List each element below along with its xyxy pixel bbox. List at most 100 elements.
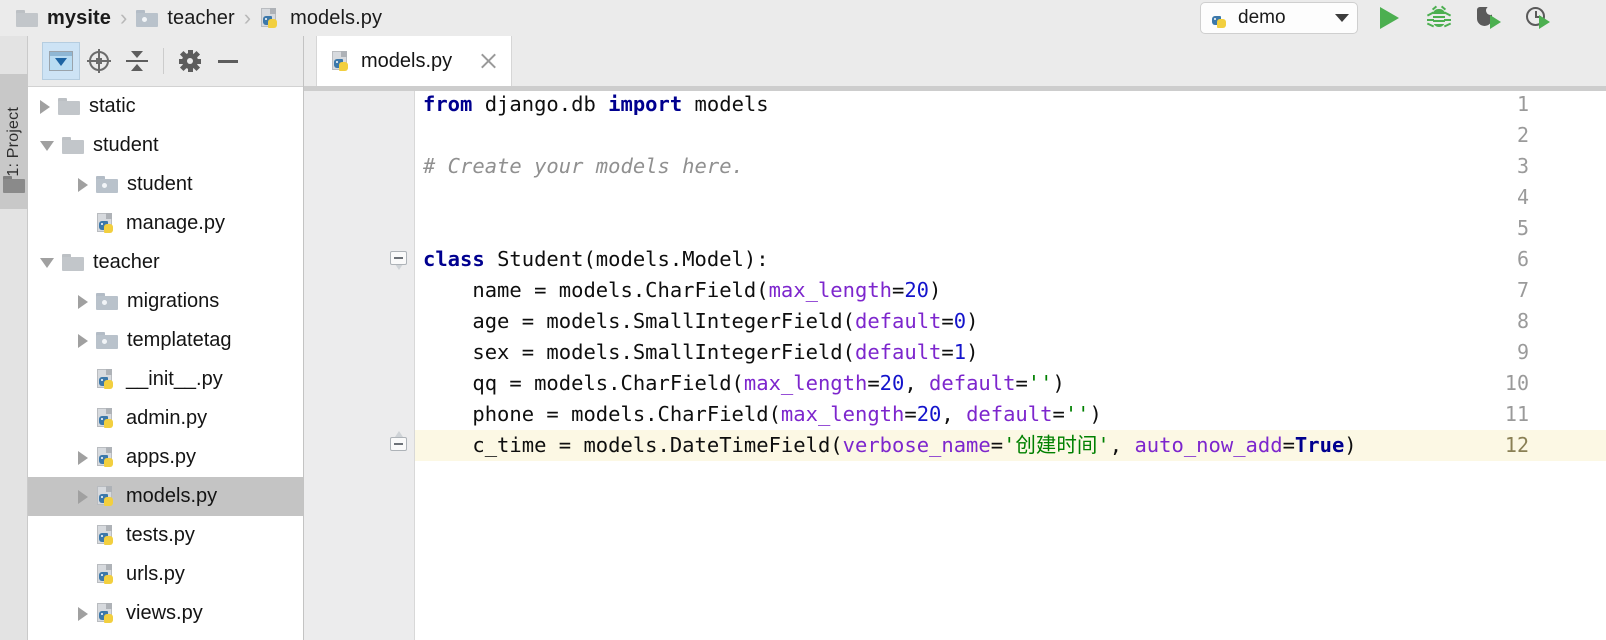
python-file-icon bbox=[96, 369, 117, 390]
code-token: = bbox=[904, 402, 917, 426]
folder-icon bbox=[16, 9, 38, 27]
code-content[interactable]: from django.db import models # Create you… bbox=[415, 87, 1606, 640]
chevron-right-icon[interactable] bbox=[78, 333, 88, 348]
tree-item-models-py[interactable]: models.py bbox=[28, 477, 303, 516]
breadcrumb-item-mysite[interactable]: mysite bbox=[10, 7, 117, 30]
run-icon bbox=[1379, 7, 1399, 29]
chevron-right-icon[interactable] bbox=[78, 606, 88, 621]
settings-button[interactable] bbox=[171, 42, 209, 80]
tree-item-urls-py[interactable]: urls.py bbox=[28, 555, 303, 594]
code-token: max_length bbox=[780, 402, 905, 426]
breadcrumb-separator: › bbox=[243, 5, 252, 30]
code-token: default bbox=[854, 340, 942, 364]
tree-item-icon bbox=[96, 447, 117, 468]
minus-icon bbox=[218, 59, 238, 63]
navigation-bar: mysite › teacher › models.py demo bbox=[0, 0, 1606, 36]
breadcrumb-label: mysite bbox=[47, 6, 111, 29]
code-token: = bbox=[1282, 433, 1295, 457]
tree-item-migrations[interactable]: migrations bbox=[28, 282, 303, 321]
breadcrumb-label: teacher bbox=[167, 6, 235, 29]
debug-button[interactable] bbox=[1422, 2, 1456, 34]
editor-area: models.py 1 2 3 4 5 6 7 8 9 10 11 12 from django.db… bbox=[304, 36, 1606, 640]
run-button[interactable] bbox=[1372, 2, 1406, 34]
tree-item-templatetag[interactable]: templatetag bbox=[28, 321, 303, 360]
tree-item-apps-py[interactable]: apps.py bbox=[28, 438, 303, 477]
tree-item-student[interactable]: student bbox=[28, 165, 303, 204]
tree-item-tests-py[interactable]: tests.py bbox=[28, 516, 303, 555]
tree-item-manage-py[interactable]: manage.py bbox=[28, 204, 303, 243]
tree-item-icon bbox=[58, 98, 80, 115]
chevron-down-icon[interactable] bbox=[40, 140, 54, 151]
hide-panel-button[interactable] bbox=[209, 42, 247, 80]
chevron-right-icon[interactable] bbox=[40, 99, 50, 114]
run-configuration-selector[interactable]: demo bbox=[1200, 2, 1358, 34]
code-token: = bbox=[867, 371, 880, 395]
breadcrumb-item-models-py[interactable]: models.py bbox=[254, 7, 388, 30]
profile-button[interactable] bbox=[1522, 2, 1556, 34]
run-configuration-name: demo bbox=[1238, 7, 1286, 28]
select-opened-file-button[interactable] bbox=[80, 42, 118, 80]
code-editor[interactable]: 1 2 3 4 5 6 7 8 9 10 11 12 from django.db import mo… bbox=[304, 87, 1606, 640]
fold-start-icon[interactable] bbox=[390, 251, 408, 270]
tree-item-__init__-py[interactable]: __init__.py bbox=[28, 360, 303, 399]
collapse-all-button[interactable] bbox=[118, 42, 156, 80]
tree-item-admin-py[interactable]: admin.py bbox=[28, 399, 303, 438]
code-token: 20 bbox=[904, 278, 930, 302]
code-token: verbose_name bbox=[842, 433, 991, 457]
chevron-down-icon[interactable] bbox=[40, 257, 54, 268]
code-token: 1 bbox=[953, 340, 967, 364]
tree-item-icon bbox=[62, 254, 84, 271]
python-file-icon bbox=[331, 51, 352, 72]
expand-all-icon bbox=[49, 51, 73, 71]
profile-icon bbox=[1526, 6, 1552, 30]
tree-item-static[interactable]: static bbox=[28, 87, 303, 126]
chevron-right-icon[interactable] bbox=[78, 294, 88, 309]
run-with-coverage-button[interactable] bbox=[1472, 2, 1506, 34]
chevron-right-icon[interactable] bbox=[78, 177, 88, 192]
scrollbar-thumb[interactable] bbox=[304, 86, 1606, 91]
chevron-down-icon[interactable] bbox=[1335, 14, 1349, 22]
breadcrumb-item-teacher[interactable]: teacher bbox=[130, 7, 240, 30]
code-token: , bbox=[941, 402, 967, 426]
fold-end-icon[interactable] bbox=[390, 431, 408, 455]
code-line-10: qq = models.CharField(max_length=20, def… bbox=[423, 368, 1064, 399]
tree-item-views-py[interactable]: views.py bbox=[28, 594, 303, 633]
python-file-icon bbox=[96, 525, 117, 546]
code-token: class bbox=[423, 247, 498, 271]
folder-icon bbox=[58, 98, 80, 115]
editor-horizontal-scrollbar[interactable] bbox=[304, 86, 1606, 91]
chevron-right-icon[interactable] bbox=[78, 489, 88, 504]
tree-item-label: admin.py bbox=[126, 407, 208, 429]
folder-icon bbox=[62, 254, 84, 271]
chevron-right-icon[interactable] bbox=[78, 450, 88, 465]
code-token: , bbox=[904, 371, 930, 395]
tree-item-icon bbox=[96, 525, 117, 546]
code-token: ) bbox=[966, 309, 979, 333]
python-file-icon bbox=[96, 213, 117, 234]
code-token: max_length bbox=[743, 371, 868, 395]
code-token: max_length bbox=[768, 278, 892, 302]
tool-window-label: 1: Project bbox=[5, 106, 22, 177]
editor-gutter[interactable] bbox=[304, 87, 414, 640]
python-file-icon bbox=[96, 603, 117, 624]
code-token: True bbox=[1294, 433, 1345, 457]
expand-all-button[interactable] bbox=[42, 42, 80, 80]
tree-item-icon bbox=[96, 408, 117, 429]
breadcrumb-label: models.py bbox=[290, 6, 383, 29]
breadcrumb: mysite › teacher › models.py bbox=[0, 7, 388, 30]
editor-tab-label: models.py bbox=[361, 50, 453, 72]
tree-item-icon bbox=[96, 564, 117, 585]
code-token: ) bbox=[1089, 402, 1102, 426]
bug-icon bbox=[1426, 5, 1452, 29]
tree-item-icon bbox=[96, 332, 118, 349]
close-icon[interactable] bbox=[480, 53, 497, 70]
code-line-7: name = models.CharField(max_length=20) bbox=[423, 275, 941, 306]
pycharm-window: mysite › teacher › models.py demo 1: Pro… bbox=[0, 0, 1606, 640]
tree-item-teacher[interactable]: teacher bbox=[28, 243, 303, 282]
code-token: name = models.CharField( bbox=[423, 278, 769, 302]
editor-tab-models-py[interactable]: models.py bbox=[316, 36, 512, 87]
code-token: , bbox=[1109, 433, 1135, 457]
coverage-icon bbox=[1477, 6, 1501, 29]
tree-item-student[interactable]: student bbox=[28, 126, 303, 165]
